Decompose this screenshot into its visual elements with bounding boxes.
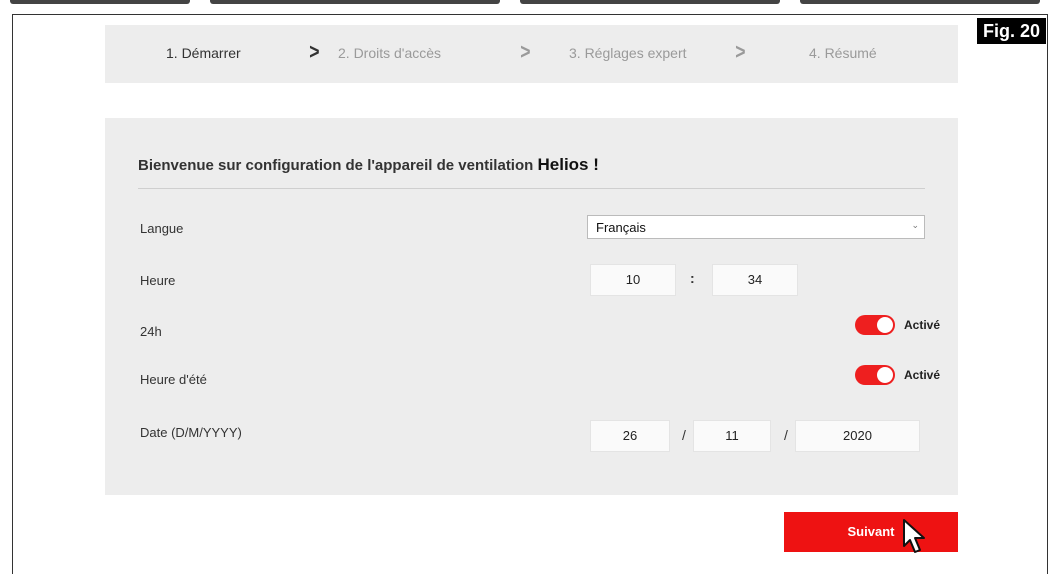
- time-separator: :: [690, 270, 695, 286]
- dst-label: Heure d'été: [140, 372, 207, 387]
- title-text: Bienvenue sur configuration de l'apparei…: [138, 157, 534, 174]
- step-start[interactable]: 1. Démarrer: [166, 45, 241, 61]
- day-input[interactable]: 26: [590, 420, 670, 452]
- page-title: Bienvenue sur configuration de l'apparei…: [138, 155, 599, 175]
- format24h-label: 24h: [140, 324, 162, 339]
- chevron-right-icon: >: [735, 39, 746, 64]
- month-input[interactable]: 11: [693, 420, 771, 452]
- title-divider: [138, 188, 925, 189]
- time-label: Heure: [140, 273, 176, 288]
- toggle-knob: [877, 317, 893, 333]
- minute-input[interactable]: 34: [712, 264, 798, 296]
- format24h-toggle[interactable]: [855, 315, 895, 335]
- chevron-right-icon: >: [520, 39, 531, 64]
- language-label: Langue: [140, 221, 184, 236]
- step-summary[interactable]: 4. Résumé: [809, 45, 877, 61]
- hour-input[interactable]: 10: [590, 264, 676, 296]
- cursor-pointer-icon: [903, 519, 925, 553]
- language-value: Français: [596, 220, 646, 235]
- language-select[interactable]: Français ⌄: [587, 215, 925, 239]
- dst-state: Activé: [904, 368, 941, 382]
- cropped-text-line: [0, 0, 1050, 8]
- step-expert-settings[interactable]: 3. Réglages expert: [569, 45, 687, 61]
- year-input[interactable]: 2020: [795, 420, 920, 452]
- date-separator: /: [682, 427, 686, 443]
- toggle-knob: [877, 367, 893, 383]
- wizard-steps: 1. Démarrer > 2. Droits d'accès > 3. Rég…: [105, 25, 958, 83]
- step-access-rights[interactable]: 2. Droits d'accès: [338, 45, 441, 61]
- date-label: Date (D/M/YYYY): [140, 425, 242, 440]
- chevron-right-icon: >: [309, 39, 320, 64]
- format24h-state: Activé: [904, 318, 941, 332]
- config-panel: Bienvenue sur configuration de l'apparei…: [105, 118, 958, 495]
- date-separator: /: [784, 427, 788, 443]
- title-brand: Helios !: [537, 155, 599, 174]
- figure-label: Fig. 20: [976, 18, 1046, 44]
- chevron-down-icon: ⌄: [911, 220, 919, 230]
- dst-toggle[interactable]: [855, 365, 895, 385]
